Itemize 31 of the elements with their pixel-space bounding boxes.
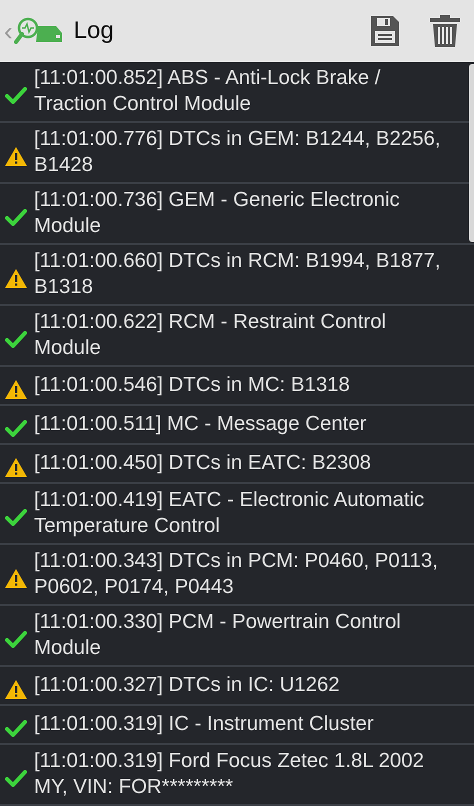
log-message: [11:01:00.660] DTCs in RCM: B1994, B1877, B1318 xyxy=(34,249,442,300)
warning-icon xyxy=(4,456,28,478)
checkmark-icon xyxy=(4,506,28,528)
log-message: [11:01:00.546] DTCs in MC: B1318 xyxy=(34,373,351,398)
log-message: [11:01:00.330] PCM - Powertrain Control Module xyxy=(34,610,402,661)
checkmark-icon xyxy=(4,328,28,350)
log-message: [11:01:00.736] GEM - Generic Electronic Module xyxy=(34,188,401,239)
checkmark-icon xyxy=(4,717,28,739)
log-message: [11:01:00.327] DTCs in IC: U1262 xyxy=(34,673,341,698)
trash-icon xyxy=(429,14,461,48)
log-message: [11:01:00.622] RCM - Restraint Control Module xyxy=(34,310,388,361)
warning-icon xyxy=(4,678,28,700)
log-message: [11:01:00.852] ABS - Anti-Lock Brake / Traction Control Module xyxy=(34,66,382,117)
warning-icon xyxy=(4,267,28,289)
checkmark-icon xyxy=(4,767,28,789)
checkmark-icon xyxy=(4,84,28,106)
log-message: [11:01:00.343] DTCs in PCM: P0460, P0113, P0602, P0174, P0443 xyxy=(34,549,439,600)
log-message: [11:01:00.450] DTCs in EATC: B2308 xyxy=(34,451,372,476)
log-message: [11:01:00.511] MC - Message Center xyxy=(34,412,368,437)
checkmark-icon xyxy=(4,417,28,439)
warning-icon xyxy=(4,567,28,589)
checkmark-icon xyxy=(4,206,28,228)
screen-title: Log xyxy=(74,17,115,45)
checkmark-icon xyxy=(4,628,28,650)
log-message: [11:01:00.419] EATC - Electronic Automatic Temperature Control xyxy=(34,488,426,539)
back-button[interactable]: ‹ xyxy=(4,18,13,44)
log-message: [11:01:00.319] Ford Focus Zetec 1.8L 2002 MY, VIN: FOR********* xyxy=(34,749,425,800)
log-message: [11:01:00.319] IC - Instrument Cluster xyxy=(34,712,375,737)
warning-icon xyxy=(4,145,28,167)
log-message: [11:01:00.776] DTCs in GEM: B1244, B2256, B1428 xyxy=(34,127,442,178)
warning-icon xyxy=(4,378,28,400)
